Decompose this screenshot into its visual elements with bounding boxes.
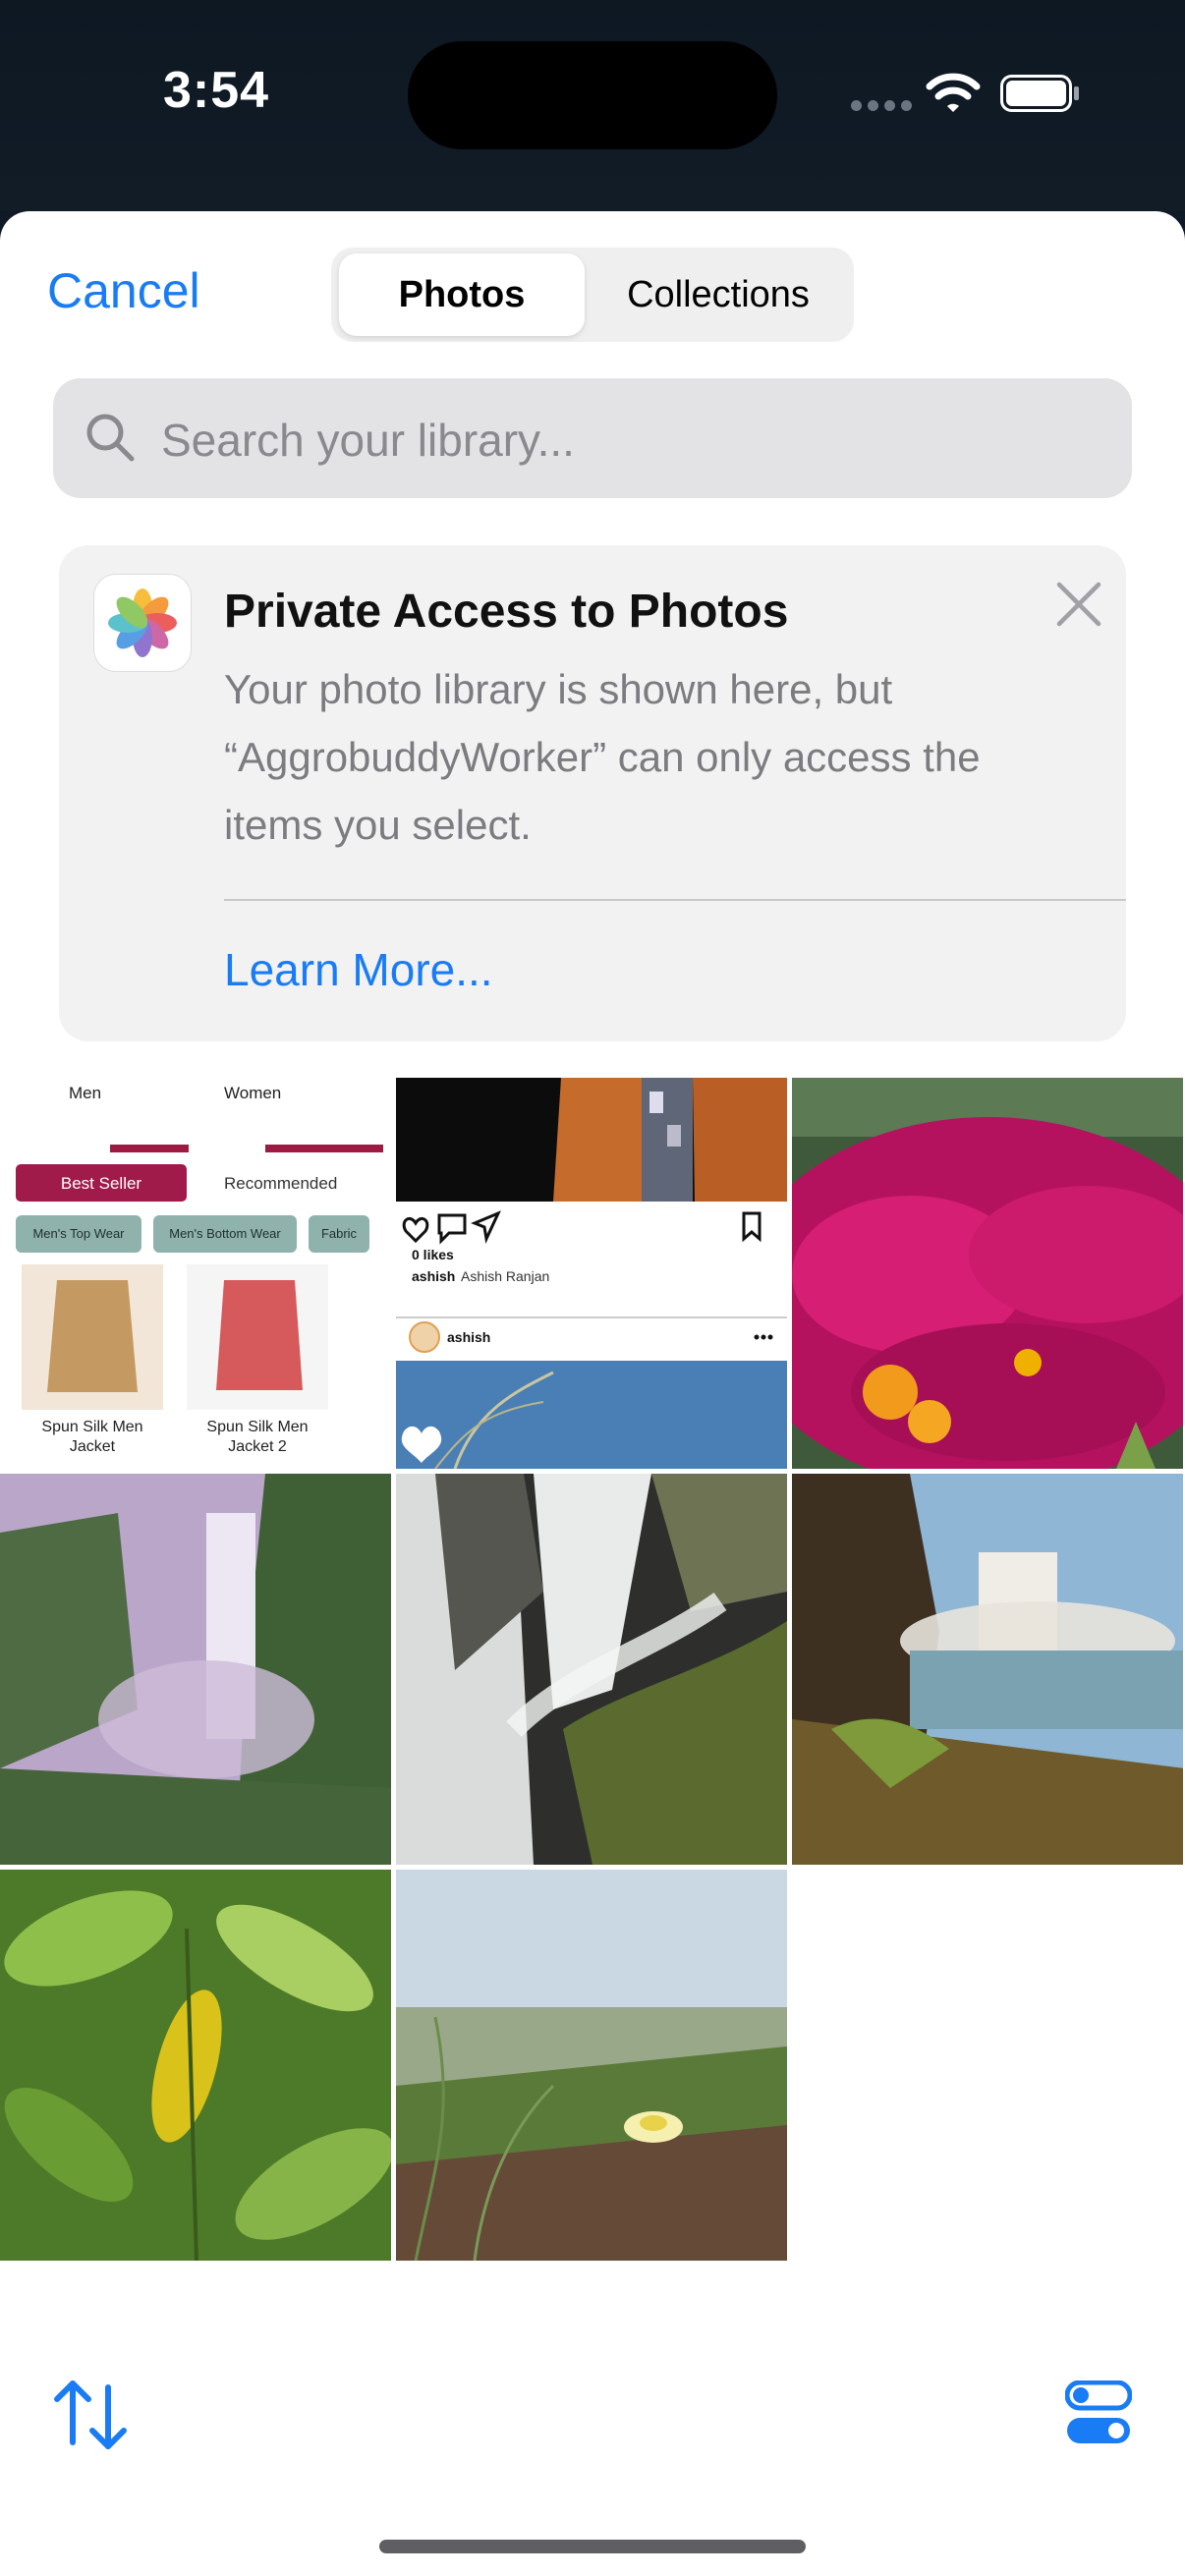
yellow-leaf-image bbox=[0, 1870, 391, 2261]
photo-thumbnail[interactable] bbox=[396, 1474, 787, 1865]
sort-arrows-icon[interactable] bbox=[51, 2376, 130, 2454]
shop-screenshot-image bbox=[0, 1078, 391, 1469]
photos-app-icon bbox=[94, 575, 191, 671]
dynamic-island bbox=[408, 41, 777, 149]
misty-waterfall-image bbox=[0, 1474, 391, 1865]
cancel-button[interactable]: Cancel bbox=[47, 262, 200, 319]
rock-waterfall-image bbox=[396, 1474, 787, 1865]
status-bar: 3:54 bbox=[0, 0, 1185, 211]
post-username: ashish bbox=[447, 1329, 491, 1345]
home-indicator bbox=[379, 2540, 806, 2553]
product-name: Spun Silk Men Jacket bbox=[41, 1419, 143, 1455]
likes-count: 0 likes bbox=[412, 1247, 454, 1262]
tab-photos[interactable]: Photos bbox=[339, 253, 585, 336]
caption-name: Ashish Ranjan bbox=[461, 1268, 550, 1284]
photo-thumbnail[interactable] bbox=[0, 1870, 391, 2261]
wifi-icon bbox=[926, 73, 981, 112]
divider bbox=[224, 899, 1126, 901]
photo-thumbnail[interactable] bbox=[792, 1474, 1183, 1865]
photo-thumbnail[interactable]: Men Women Best Seller Recommended Men's … bbox=[0, 1078, 391, 1469]
grass-flower-image bbox=[396, 1870, 787, 2261]
photo-thumbnail[interactable] bbox=[396, 1870, 787, 2261]
best-seller-tab: Best Seller bbox=[60, 1174, 142, 1193]
close-icon[interactable] bbox=[1051, 577, 1106, 632]
banner-body: Your photo library is shown here, but “A… bbox=[224, 666, 981, 848]
chip-top-wear: Men's Top Wear bbox=[32, 1226, 125, 1241]
caption-user: ashish bbox=[412, 1268, 456, 1284]
view-segmented-control: Photos Collections bbox=[331, 248, 854, 342]
magenta-flowers-image bbox=[792, 1078, 1183, 1469]
search-input[interactable]: Search your library... bbox=[161, 414, 575, 467]
search-field[interactable]: Search your library... bbox=[53, 378, 1132, 498]
product-name: Spun Silk Men Jacket 2 bbox=[206, 1419, 309, 1455]
battery-icon bbox=[1000, 75, 1079, 112]
cellular-signal-icon bbox=[851, 100, 912, 111]
photo-thumbnail[interactable]: 0 likes ashish Ashish Ranjan ashish bbox=[396, 1078, 787, 1469]
tab-collections[interactable]: Collections bbox=[589, 253, 848, 336]
chip-fabric: Fabric bbox=[320, 1226, 358, 1241]
status-time: 3:54 bbox=[163, 62, 270, 119]
coastal-waterfall-image bbox=[792, 1474, 1183, 1865]
learn-more-link[interactable]: Learn More... bbox=[224, 943, 493, 996]
label-men: Men bbox=[69, 1084, 102, 1102]
banner-title: Private Access to Photos bbox=[224, 586, 789, 638]
recommended-tab: Recommended bbox=[224, 1174, 338, 1193]
search-icon bbox=[86, 414, 135, 462]
chip-bottom-wear: Men's Bottom Wear bbox=[169, 1226, 281, 1241]
photo-picker-sheet: Cancel Photos Collections Search your li… bbox=[0, 211, 1185, 2576]
private-access-banner: Private Access to Photos Your photo libr… bbox=[59, 545, 1126, 1041]
label-women: Women bbox=[224, 1084, 282, 1102]
photo-thumbnail[interactable] bbox=[792, 1078, 1183, 1469]
toggles-icon[interactable] bbox=[1065, 2380, 1132, 2445]
photo-thumbnail[interactable] bbox=[0, 1474, 391, 1865]
